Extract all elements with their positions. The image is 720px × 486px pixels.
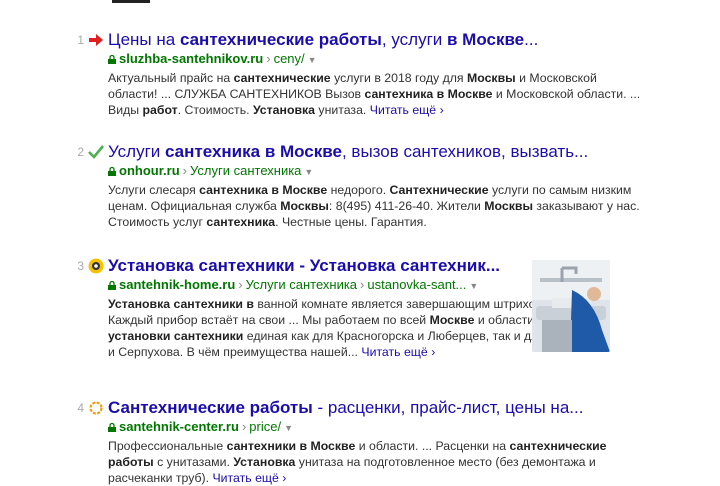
result-domain-link[interactable]: santehnik-home.ru <box>119 277 235 292</box>
green-checkmark-icon <box>88 144 104 160</box>
result-domain-link[interactable]: onhour.ru <box>119 163 180 178</box>
result-path-link[interactable]: price/ <box>249 419 281 434</box>
result-snippet: Услуги слесаря сантехника в Москве недор… <box>108 183 640 229</box>
chevron-down-icon[interactable]: ▼ <box>284 423 293 433</box>
result-title-link[interactable]: Цены на сантехнические работы, услуги в … <box>108 30 538 50</box>
result-number: 3 <box>77 259 84 273</box>
santehnik-home-logo-icon <box>88 258 104 274</box>
result-path-link[interactable]: ustanovka-sant... <box>367 277 466 292</box>
red-arrow-icon <box>88 32 104 48</box>
result-url: santehnik-center.ru › price/▼ <box>108 419 293 436</box>
lock-icon <box>108 55 116 64</box>
active-tab-indicator <box>112 0 150 3</box>
result-path-link[interactable]: Услуги сантехника <box>190 163 301 178</box>
result-title-link[interactable]: Установка сантехники - Установка сантехн… <box>108 256 500 276</box>
result-number: 1 <box>77 33 84 47</box>
result-url: santehnik-home.ru › Услуги сантехника › usta… <box>108 277 478 294</box>
result-title-link[interactable]: Сантехнические работы - расценки, прайс-… <box>108 398 583 418</box>
result-number: 4 <box>77 401 84 415</box>
result-path-link[interactable]: ceny/ <box>274 51 305 66</box>
result-domain-link[interactable]: sluzhba-santehnikov.ru <box>119 51 263 66</box>
result-title-link[interactable]: Услуги сантехника в Москве, вызов сантех… <box>108 142 588 162</box>
result-thumbnail[interactable] <box>532 260 610 352</box>
lock-icon <box>108 423 116 432</box>
result-snippet: Профессиональные сантехники в Москве и о… <box>108 439 607 485</box>
result-number: 2 <box>77 145 84 159</box>
result-domain-link[interactable]: santehnik-center.ru <box>119 419 239 434</box>
chevron-down-icon[interactable]: ▼ <box>469 281 478 291</box>
read-more-link[interactable]: Читать ещё › <box>370 103 444 117</box>
chevron-right-icon: › <box>439 103 444 117</box>
result-url: onhour.ru › Услуги сантехника ▼ <box>108 163 313 180</box>
chevron-down-icon[interactable]: ▼ <box>304 167 313 177</box>
chevron-right-icon: › <box>431 345 436 359</box>
read-more-link[interactable]: Читать ещё › <box>361 345 435 359</box>
result-path-link[interactable]: Услуги сантехника <box>246 277 357 292</box>
read-more-link[interactable]: Читать ещё › <box>212 471 286 485</box>
result-snippet: Актуальный прайс на сантехнические услуг… <box>108 71 641 117</box>
chevron-down-icon[interactable]: ▼ <box>308 55 317 65</box>
result-url: sluzhba-santehnikov.ru › ceny/▼ <box>108 51 317 68</box>
lock-icon <box>108 281 116 290</box>
lock-icon <box>108 167 116 176</box>
chevron-right-icon: › <box>282 471 287 485</box>
orange-ring-icon <box>88 400 104 416</box>
